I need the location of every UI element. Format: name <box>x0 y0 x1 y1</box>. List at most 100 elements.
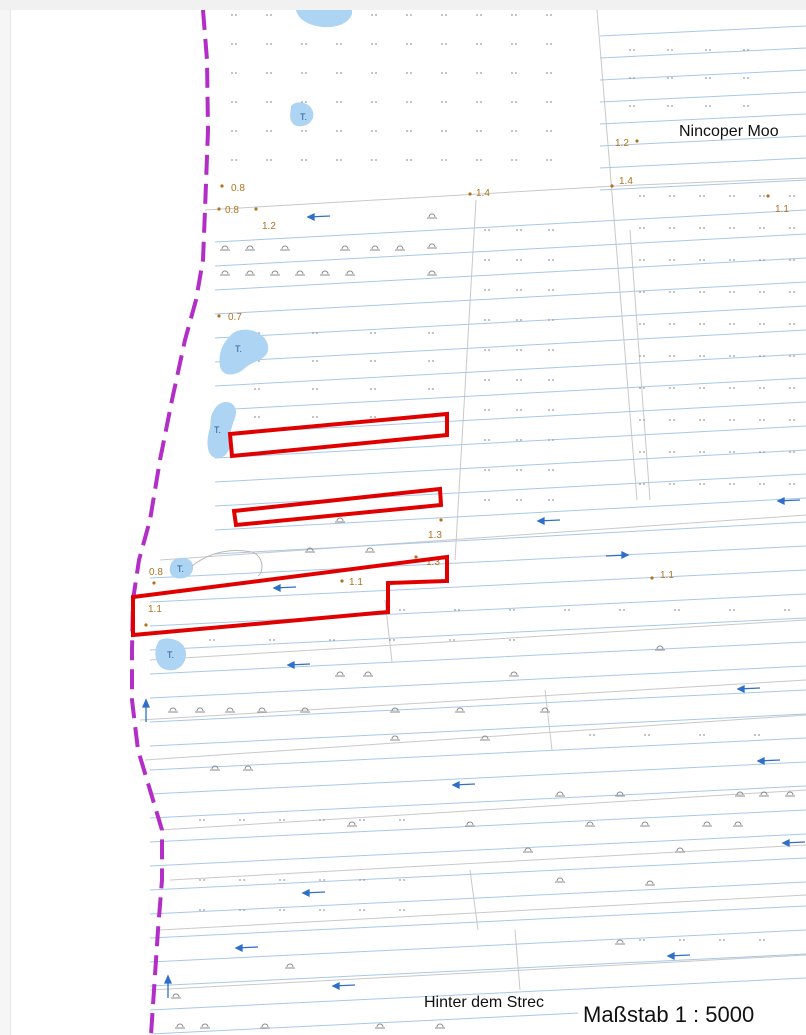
terrain-dot <box>270 14 272 16</box>
terrain-dot <box>699 195 701 197</box>
terrain-dot <box>709 49 711 51</box>
ditch-line <box>149 737 806 771</box>
terrain-dot <box>266 159 268 161</box>
scale-label: Maßstab 1 : 5000 <box>583 1002 755 1027</box>
terrain-dot <box>406 101 408 103</box>
height-marker: 1.1 <box>144 604 162 627</box>
terrain-dot <box>515 101 517 103</box>
flow-arrow-head <box>234 943 243 953</box>
terrain-dot <box>639 323 641 325</box>
terrain-dot <box>789 259 791 261</box>
svg-text:1.3: 1.3 <box>428 530 442 541</box>
terrain-dot <box>432 332 434 334</box>
terrain-dot <box>516 319 518 321</box>
terrain-dot <box>399 909 401 911</box>
terrain-dot <box>488 379 490 381</box>
terrain-dot <box>279 879 281 881</box>
terrain-dot <box>312 416 314 418</box>
flow-arrow-head <box>272 583 281 593</box>
terrain-dot <box>673 355 675 357</box>
terrain-dot <box>669 259 671 261</box>
terrain-dot <box>703 451 705 453</box>
marsh-symbol <box>465 821 475 827</box>
terrain-dot <box>231 159 233 161</box>
viewer-top-bar <box>0 0 806 10</box>
terrain-dot <box>789 227 791 229</box>
terrain-dot <box>546 101 548 103</box>
terrain-dot <box>520 289 522 291</box>
terrain-dot <box>733 483 735 485</box>
terrain-dot <box>550 72 552 74</box>
terrain-dot <box>375 72 377 74</box>
terrain-dot <box>375 101 377 103</box>
terrain-dot <box>743 49 745 51</box>
ditch-line <box>599 157 806 169</box>
terrain-dot <box>683 939 685 941</box>
height-marker: 1.2 <box>254 207 276 232</box>
terrain-dot <box>789 387 791 389</box>
pond: T. <box>155 638 186 671</box>
ditch-line <box>214 377 806 411</box>
marsh-symbol <box>280 245 290 251</box>
terrain-dot <box>667 49 669 51</box>
terrain-dot <box>375 14 377 16</box>
terrain-dot <box>410 159 412 161</box>
terrain-dot <box>445 159 447 161</box>
terrain-dot <box>719 939 721 941</box>
terrain-dot <box>266 130 268 132</box>
terrain-dot <box>488 319 490 321</box>
terrain-dot <box>336 159 338 161</box>
terrain-dot <box>371 130 373 132</box>
terrain-dot <box>754 734 756 736</box>
terrain-dot <box>789 355 791 357</box>
terrain-dot <box>639 291 641 293</box>
terrain-dot <box>441 43 443 45</box>
flow-arrow-head <box>736 684 745 694</box>
terrain-dot <box>515 72 517 74</box>
marsh-symbol <box>220 270 230 276</box>
terrain-dot <box>568 609 570 611</box>
marsh-symbol <box>702 821 712 827</box>
terrain-dot <box>316 332 318 334</box>
terrain-dot <box>488 349 490 351</box>
terrain-dot <box>410 101 412 103</box>
terrain-dot <box>520 409 522 411</box>
terrain-dot <box>476 130 478 132</box>
ditch-line <box>214 209 806 243</box>
terrain-dot <box>484 499 486 501</box>
terrain-dot <box>312 388 314 390</box>
ditch-line <box>214 281 806 315</box>
terrain-dot <box>371 72 373 74</box>
terrain-dot <box>441 101 443 103</box>
terrain-dot <box>445 130 447 132</box>
highlighted-parcel-1[interactable] <box>227 411 449 459</box>
terrain-dot <box>516 469 518 471</box>
terrain-dot <box>546 14 548 16</box>
pond-label: T. <box>300 112 307 122</box>
flow-arrow-head <box>621 550 630 560</box>
terrain-dot <box>552 439 554 441</box>
terrain-dot <box>516 349 518 351</box>
terrain-dot <box>763 323 765 325</box>
terrain-dot <box>552 379 554 381</box>
terrain-dot <box>759 451 761 453</box>
terrain-dot <box>733 227 735 229</box>
map-viewer[interactable]: T. T. T. T. T. 0.8 0.8 1.2 1.4 1.2 1.4 1… <box>0 0 806 1035</box>
terrain-dot <box>669 355 671 357</box>
cadastral-map[interactable]: T. T. T. T. T. 0.8 0.8 1.2 1.4 1.2 1.4 1… <box>0 0 806 1035</box>
terrain-dot <box>254 416 256 418</box>
terrain-dot <box>516 499 518 501</box>
terrain-dot <box>643 227 645 229</box>
terrain-dot <box>305 130 307 132</box>
terrain-dot <box>643 483 645 485</box>
terrain-dot <box>305 43 307 45</box>
terrain-dot <box>546 43 548 45</box>
terrain-dot <box>548 379 550 381</box>
terrain-dot <box>639 939 641 941</box>
pond-label: T. <box>177 564 184 574</box>
marsh-symbol <box>171 993 181 999</box>
marsh-symbol <box>555 877 565 883</box>
terrain-dot <box>235 72 237 74</box>
marsh-symbol <box>175 1023 185 1029</box>
marsh-symbol <box>345 270 355 276</box>
